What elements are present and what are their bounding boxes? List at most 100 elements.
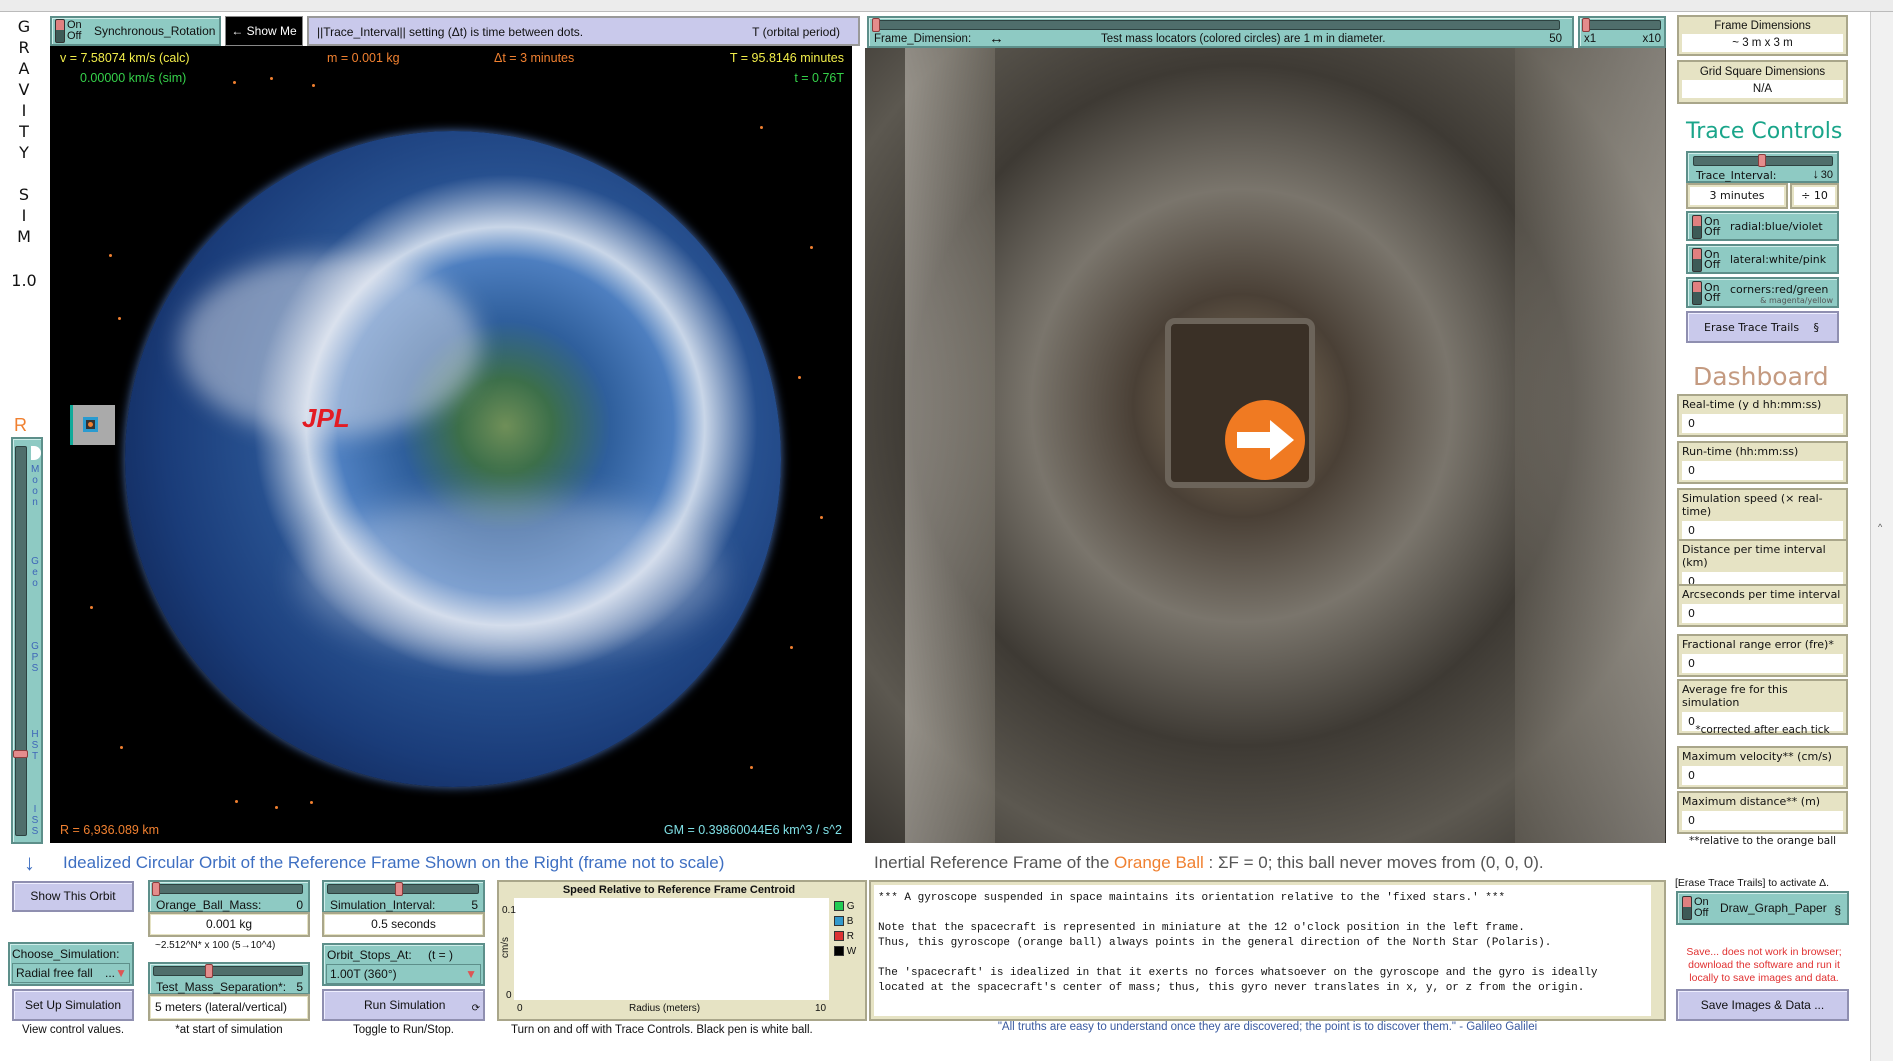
- orbit-label-gps: GPS: [31, 641, 39, 674]
- period-readout: T = 95.8146 minutes: [729, 51, 844, 65]
- corrected-note: *corrected after each tick: [1695, 724, 1830, 736]
- show-this-orbit-button[interactable]: Show This Orbit: [12, 881, 134, 912]
- erase-trace-trails-button[interactable]: Erase Trace Trails §: [1686, 311, 1839, 343]
- trace-controls-title: Trace Controls: [1686, 119, 1843, 144]
- show-me-button[interactable]: ← Show Me: [225, 16, 303, 46]
- velocity-calc: v = 7.58074 km/s (calc): [60, 51, 190, 65]
- synchronous-rotation-switch[interactable]: On Off Synchronous_Rotation: [50, 16, 221, 46]
- plot-area: [514, 898, 829, 1000]
- orbit-radius-slider[interactable]: Moon Geo GPS HST ISS: [11, 437, 43, 844]
- dropdown-arrow-icon: ▼: [465, 967, 477, 981]
- toggle-icon: [1692, 281, 1702, 305]
- vertical-scrollbar[interactable]: ^: [1870, 12, 1893, 1061]
- monitor-max-velocity: Maximum velocity** (cm/s) 0: [1677, 746, 1848, 789]
- ball-mass-readout: 0.001 kg: [148, 912, 310, 937]
- dropdown-arrow-icon: ▼: [115, 966, 127, 980]
- arrows-icon: ↔: [989, 30, 1004, 47]
- run-simulation-button[interactable]: Run Simulation ⟳: [322, 989, 485, 1021]
- caption-start: *at start of simulation: [175, 1024, 283, 1036]
- frame-dimension-slider[interactable]: Frame_Dimension: ↔ Test mass locators (c…: [867, 16, 1574, 48]
- y-axis-label: cm/s: [500, 936, 512, 959]
- info-line: The 'spacecraft' is idealized in that it…: [878, 967, 1598, 979]
- slider-thumb[interactable]: [395, 882, 403, 896]
- orbit-stops-select[interactable]: 1.00T (360°) ▼: [326, 964, 481, 984]
- info-line: [878, 906, 1647, 921]
- radial-trace-switch[interactable]: On Off radial:blue/violet: [1686, 211, 1839, 241]
- moon-icon: [31, 446, 41, 460]
- toggle-icon: [1682, 896, 1692, 920]
- info-line: Thus, this gyroscope (orange ball) alway…: [878, 937, 1552, 949]
- t-readout: t = 0.76T: [794, 71, 844, 85]
- separation-readout: 5 meters (lateral/vertical): [148, 994, 310, 1021]
- simulation-interval-slider[interactable]: Simulation_Interval: 5: [322, 880, 485, 913]
- x-tick-max: 10: [815, 1003, 827, 1014]
- test-mass-separation-slider[interactable]: Test_Mass_Separation*: 5: [148, 962, 310, 995]
- set-up-simulation-button[interactable]: Set Up Simulation: [12, 989, 134, 1021]
- monitor-run-time: Run-time (hh:mm:ss) 0: [1677, 441, 1848, 484]
- caption-view: View control values.: [21, 1024, 125, 1036]
- dt-readout: Δt = 3 minutes: [494, 51, 575, 65]
- trace-divisor: ÷ 10: [1790, 183, 1839, 209]
- iss-interior-view: [865, 48, 1666, 843]
- erase-hint: [Erase Trace Trails] to activate Δ.: [1675, 877, 1830, 889]
- spacecraft-icon: [70, 405, 115, 445]
- slider-thumb[interactable]: [205, 964, 213, 978]
- orbit-label-moon: Moon: [31, 464, 40, 508]
- orbit-view: JPL v = 7.58074 km/s (calc) 0.00000 km/s…: [50, 46, 852, 843]
- orange-ball-mass-slider[interactable]: Orange_Ball_Mass: 0: [148, 880, 310, 913]
- sim-interval-readout: 0.5 seconds: [322, 912, 485, 937]
- down-arrow-icon: ↓: [24, 850, 35, 875]
- monitor-max-distance: Maximum distance** (m) 0: [1677, 791, 1848, 834]
- slider-thumb[interactable]: [13, 750, 28, 758]
- dashboard-title: Dashboard: [1693, 362, 1829, 391]
- cloud: [300, 496, 720, 656]
- window-chrome: [0, 0, 1893, 12]
- y-tick-min: 0: [506, 990, 512, 1001]
- wall-left: [905, 48, 995, 843]
- choose-simulation-chooser[interactable]: Choose_Simulation: Radial free fall ... …: [8, 942, 134, 986]
- legend-swatch-b: [834, 916, 844, 927]
- slider-thumb[interactable]: [152, 882, 160, 896]
- zoom-slider[interactable]: x1 x10: [1578, 16, 1666, 48]
- corners-trace-switch[interactable]: On Off corners:red/green & magenta/yellow: [1686, 277, 1839, 308]
- info-line: Note that the spacecraft is represented …: [878, 922, 1525, 934]
- relative-note: **relative to the orange ball: [1688, 835, 1837, 847]
- trace-interval-slider[interactable]: Trace_Interval: ↓ 30: [1686, 151, 1839, 183]
- galileo-quote: "All truths are easy to understand once …: [997, 1021, 1538, 1033]
- x-axis-label: Radius (meters): [629, 1003, 701, 1014]
- section-icon: §: [1813, 321, 1820, 334]
- y-tick-max: 0.1: [502, 905, 516, 916]
- orange-ball-arrow-icon: [1225, 400, 1305, 480]
- trace-interval-readout: 3 minutes: [1686, 183, 1788, 209]
- trace-note-bar: ||Trace_Interval|| setting (Δt) is time …: [307, 16, 860, 46]
- lateral-trace-switch[interactable]: On Off lateral:white/pink: [1686, 244, 1839, 274]
- caption-toggle: Toggle to Run/Stop.: [352, 1024, 454, 1036]
- slider-thumb[interactable]: [872, 18, 880, 32]
- earth-globe: [125, 131, 781, 787]
- scroll-up-icon[interactable]: ^: [1878, 522, 1882, 532]
- save-warning: Save... does not work in browser; downlo…: [1686, 946, 1842, 984]
- orbit-stops-chooser[interactable]: Orbit_Stops_At: (t = ) 1.00T (360°) ▼: [322, 943, 485, 986]
- orbit-label-iss: ISS: [31, 804, 39, 837]
- legend-swatch-r: [834, 931, 844, 942]
- monitor-simulation-speed: Simulation speed (× real-time) 0: [1677, 488, 1848, 544]
- slider-thumb[interactable]: [1758, 154, 1766, 167]
- radius-readout: R = 6,936.089 km: [60, 823, 160, 837]
- toggle-icon: [1692, 215, 1702, 239]
- info-line: [878, 951, 1647, 966]
- slider-thumb[interactable]: [1582, 18, 1590, 32]
- caption-plot: Turn on and off with Trace Controls. Bla…: [511, 1024, 813, 1036]
- toggle-icon: [55, 19, 65, 43]
- mass-readout: m = 0.001 kg: [327, 51, 400, 65]
- monitor-real-time: Real-time (y d hh:mm:ss) 0: [1677, 394, 1848, 437]
- toggle-icon: [1692, 248, 1702, 272]
- x-tick-min: 0: [517, 1003, 523, 1014]
- draw-graph-paper-switch[interactable]: On Off Draw_Graph_Paper §: [1676, 891, 1849, 925]
- info-line: *** A gyroscope suspended in space maint…: [878, 892, 1506, 904]
- velocity-sim: 0.00000 km/s (sim): [80, 71, 187, 85]
- monitor-arcseconds: Arcseconds per time interval 0: [1677, 584, 1848, 627]
- save-images-button[interactable]: Save Images & Data ...: [1676, 989, 1849, 1021]
- version-label: 1.0: [11, 271, 37, 290]
- choose-simulation-select[interactable]: Radial free fall ... ▼: [12, 963, 130, 983]
- info-text: *** A gyroscope suspended in space maint…: [874, 885, 1651, 1016]
